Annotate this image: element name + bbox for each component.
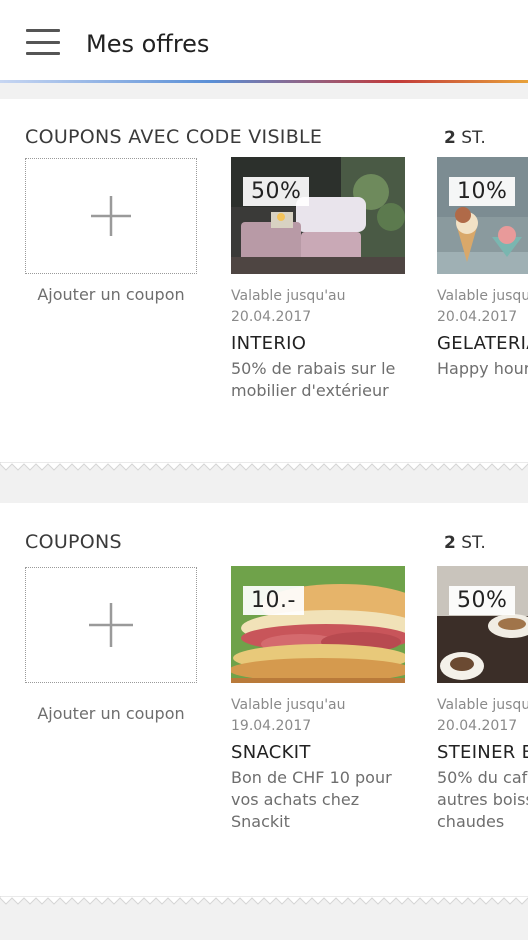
section-title: COUPONS — [25, 531, 122, 553]
discount-badge: 50% — [449, 586, 516, 615]
add-coupon-button[interactable] — [25, 567, 197, 683]
zigzag-edge — [0, 462, 528, 471]
count-unit: ST. — [455, 533, 486, 553]
coupons-section: COUPONS 2 ST. Ajouter un coupon 10.- Val… — [0, 503, 528, 905]
coupon-card[interactable]: 10.- Valable jusqu'au 19.04.2017 SNACKIT … — [231, 566, 405, 833]
valid-label: Valable jusqu'au — [437, 288, 528, 304]
menu-line — [26, 40, 60, 44]
valid-label: Valable jusqu'au — [231, 288, 346, 304]
coupon-count: 2 ST. — [444, 533, 486, 553]
menu-line — [26, 29, 60, 32]
header-divider — [0, 80, 528, 83]
coupon-image: 50% — [437, 566, 528, 683]
coupon-name: GELATERIA BERNA — [437, 333, 528, 354]
count-unit: ST. — [455, 128, 486, 148]
valid-date: 20.04.2017 — [437, 309, 518, 325]
validity-text: Valable jusqu'au 19.04.2017 — [231, 695, 405, 737]
add-coupon-label[interactable]: Ajouter un coupon — [25, 704, 197, 723]
coupon-card[interactable]: 50% Valable jusqu'au 20.04.2017 INTERIO 5… — [231, 157, 405, 402]
coupon-card[interactable]: 10% Valable jusqu'au 20.04.2017 GELATERIA… — [437, 157, 528, 380]
section-title: COUPONS AVEC CODE VISIBLE — [25, 126, 323, 148]
page-title: Mes offres — [86, 30, 210, 58]
validity-text: Valable jusqu'au 20.04.2017 — [231, 286, 405, 328]
valid-date: 20.04.2017 — [231, 309, 312, 325]
coupon-name: INTERIO — [231, 333, 307, 354]
menu-line — [26, 52, 60, 55]
count-number: 2 — [444, 128, 456, 148]
validity-text: Valable jusqu'au 20.04.2017 — [437, 695, 528, 737]
add-coupon-label[interactable]: Ajouter un coupon — [25, 285, 197, 304]
discount-badge: 10.- — [243, 586, 304, 615]
coupon-description: Happy hour 17:00 — [437, 359, 528, 378]
coupon-card[interactable]: 50% Valable jusqu'au 20.04.2017 STEINER B… — [437, 566, 528, 833]
coupon-image: 10.- — [231, 566, 405, 683]
discount-badge: 10% — [449, 177, 516, 206]
hamburger-menu-icon[interactable] — [22, 24, 64, 60]
valid-date: 19.04.2017 — [231, 718, 312, 734]
coupon-description: Bon de CHF 10 pour vos achats chez Snack… — [231, 768, 392, 831]
coupon-count: 2 ST. — [444, 128, 486, 148]
plus-icon — [91, 196, 131, 236]
app-header: Mes offres — [0, 0, 528, 80]
add-coupon-button[interactable] — [25, 158, 197, 274]
zigzag-edge — [0, 896, 528, 905]
coupon-description: 50% du café et autres boissons chaudes — [437, 768, 528, 831]
count-number: 2 — [444, 533, 456, 553]
coupon-image: 10% — [437, 157, 528, 274]
coupon-name: SNACKIT — [231, 742, 311, 763]
coupon-description: 50% de rabais sur le mobilier d'extérieu… — [231, 359, 396, 400]
valid-label: Valable jusqu'au — [437, 697, 528, 713]
validity-text: Valable jusqu'au 20.04.2017 — [437, 286, 528, 328]
coupon-image: 50% — [231, 157, 405, 274]
discount-badge: 50% — [243, 177, 310, 206]
plus-icon — [89, 603, 133, 647]
valid-label: Valable jusqu'au — [231, 697, 346, 713]
valid-date: 20.04.2017 — [437, 718, 518, 734]
coupons-visible-code-section: COUPONS AVEC CODE VISIBLE 2 ST. Ajouter … — [0, 99, 528, 471]
app-screen: Mes offres COUPONS AVEC CODE VISIBLE 2 S… — [0, 0, 528, 940]
coupon-name: STEINER BECK — [437, 742, 528, 763]
